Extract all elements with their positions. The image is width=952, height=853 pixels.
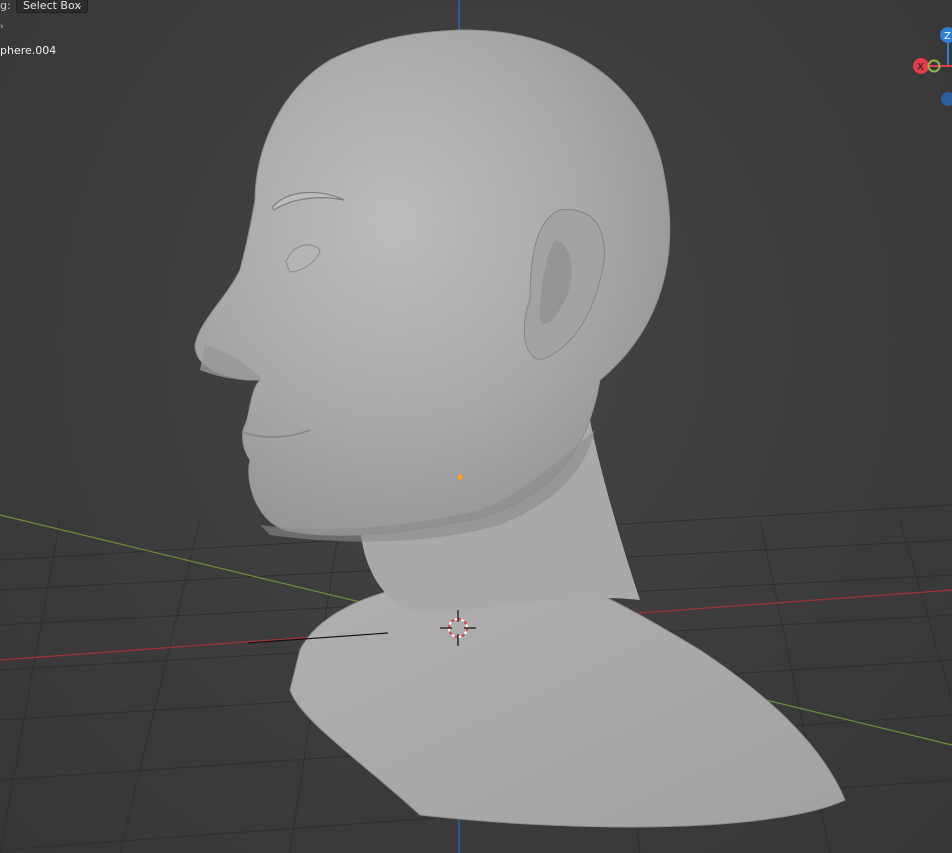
chevron-down-icon: ⌄ bbox=[75, 1, 83, 11]
3d-viewport[interactable]: Z X g: Select Box ⌄ › phere.004 bbox=[0, 0, 952, 853]
viewport-scene[interactable]: Z X bbox=[0, 0, 952, 853]
gizmo-z-label: Z bbox=[944, 31, 951, 42]
drag-label: g: bbox=[0, 0, 11, 12]
select-mode-value: Select Box bbox=[23, 0, 81, 12]
navigation-gizmo[interactable]: Z X bbox=[913, 27, 952, 106]
select-mode-dropdown[interactable]: Select Box ⌄ bbox=[16, 0, 88, 13]
gizmo-x-label: X bbox=[917, 62, 924, 73]
gizmo-neg-z-handle[interactable] bbox=[941, 92, 952, 106]
collapse-caret-icon[interactable]: › bbox=[0, 22, 6, 32]
active-object-name: phere.004 bbox=[0, 44, 57, 57]
torso-mesh bbox=[289, 559, 846, 828]
object-origin-dot bbox=[457, 474, 463, 480]
